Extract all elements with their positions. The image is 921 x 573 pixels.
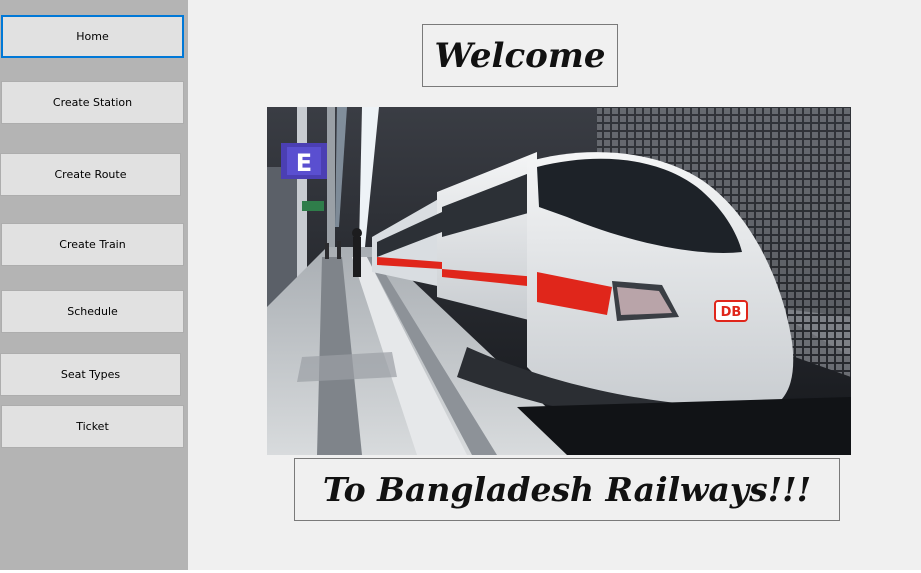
- create-train-button[interactable]: Create Train: [1, 223, 184, 266]
- home-button[interactable]: Home: [1, 15, 184, 58]
- seat-types-button[interactable]: Seat Types: [0, 353, 181, 396]
- platform-sign-text: E: [296, 149, 312, 177]
- tagline-label: To Bangladesh Railways!!!: [294, 458, 840, 521]
- create-station-button[interactable]: Create Station: [1, 81, 184, 124]
- schedule-button[interactable]: Schedule: [1, 290, 184, 333]
- ticket-button[interactable]: Ticket: [1, 405, 184, 448]
- welcome-label: Welcome: [422, 24, 618, 87]
- create-route-button[interactable]: Create Route: [0, 153, 181, 196]
- sidebar: Home Create Station Create Route Create …: [0, 0, 188, 570]
- train-photo: E DB: [267, 107, 851, 455]
- db-logo-text: DB: [721, 305, 742, 320]
